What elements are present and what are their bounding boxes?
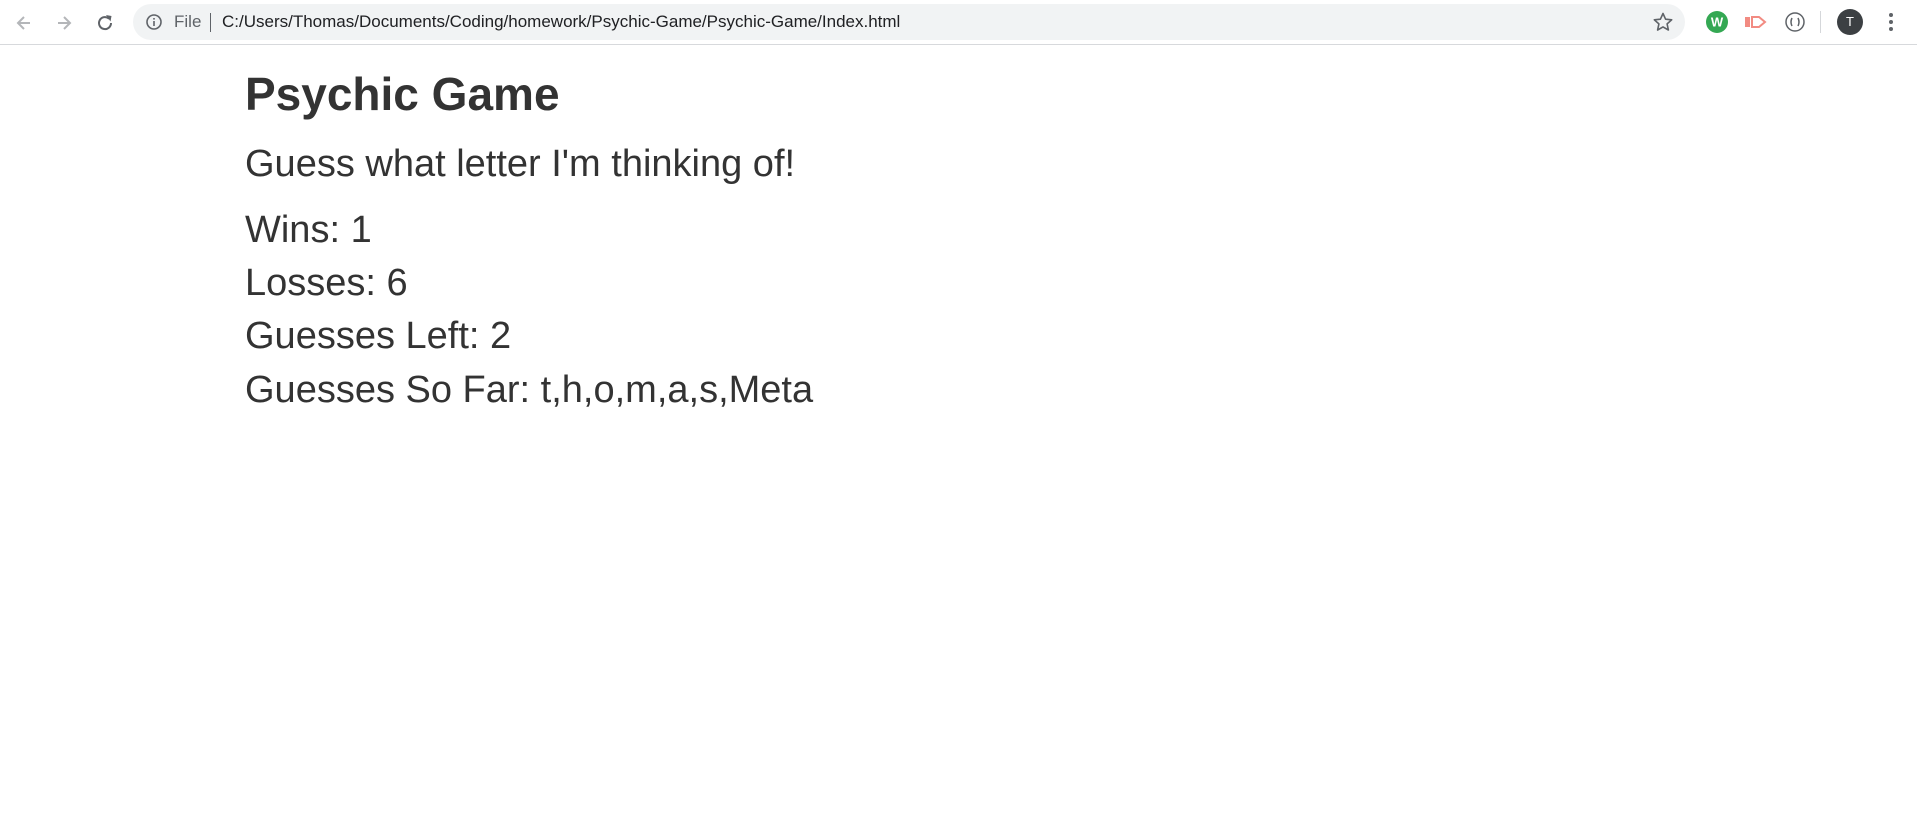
- w-extension-button[interactable]: W: [1704, 9, 1730, 35]
- wins-stat: Wins: 1: [245, 208, 372, 252]
- back-arrow-icon: [16, 16, 30, 30]
- w-extension-icon: W: [1706, 11, 1728, 33]
- circle-extension-button[interactable]: [1782, 9, 1808, 35]
- scheme-label: File: [174, 12, 202, 31]
- losses-stat: Losses: 6: [245, 261, 408, 305]
- svg-text:W: W: [1711, 15, 1724, 30]
- forward-arrow-icon: [58, 16, 72, 30]
- kebab-menu-icon[interactable]: [1878, 9, 1904, 35]
- toolbar-divider: [1820, 11, 1821, 33]
- wins-value: 1: [350, 209, 372, 251]
- wins-label: Wins:: [245, 209, 351, 251]
- reload-icon: [98, 15, 113, 31]
- profile-avatar[interactable]: T: [1837, 9, 1863, 35]
- guesses-left-value: 2: [490, 315, 512, 357]
- url-text[interactable]: C:/Users/Thomas/Documents/Coding/homewor…: [222, 4, 900, 40]
- scheme-divider: [210, 13, 211, 32]
- losses-value: 6: [386, 262, 408, 304]
- guesses-left-stat: Guesses Left: 2: [245, 314, 511, 358]
- reload-button[interactable]: [89, 7, 121, 39]
- tag-extension-button[interactable]: [1742, 9, 1768, 35]
- star-icon[interactable]: [1652, 11, 1674, 33]
- browser-toolbar: File C:/Users/Thomas/Documents/Coding/ho…: [0, 0, 1917, 45]
- back-button[interactable]: [8, 7, 40, 39]
- losses-label: Losses:: [245, 262, 387, 304]
- guesses-left-label: Guesses Left:: [245, 315, 491, 357]
- guesses-so-far-value: t,h,o,m,a,s,Meta: [540, 369, 814, 411]
- tag-extension-icon: [1745, 16, 1767, 28]
- info-icon[interactable]: [145, 13, 163, 31]
- page-title: Psychic Game: [245, 68, 560, 120]
- address-bar[interactable]: File C:/Users/Thomas/Documents/Coding/ho…: [133, 4, 1685, 40]
- guesses-so-far-stat: Guesses So Far: t,h,o,m,a,s,Meta: [245, 368, 813, 412]
- circle-extension-icon: [1785, 12, 1805, 32]
- guesses-so-far-label: Guesses So Far:: [245, 369, 541, 411]
- game-instructions: Guess what letter I'm thinking of!: [245, 143, 796, 185]
- forward-button[interactable]: [48, 7, 80, 39]
